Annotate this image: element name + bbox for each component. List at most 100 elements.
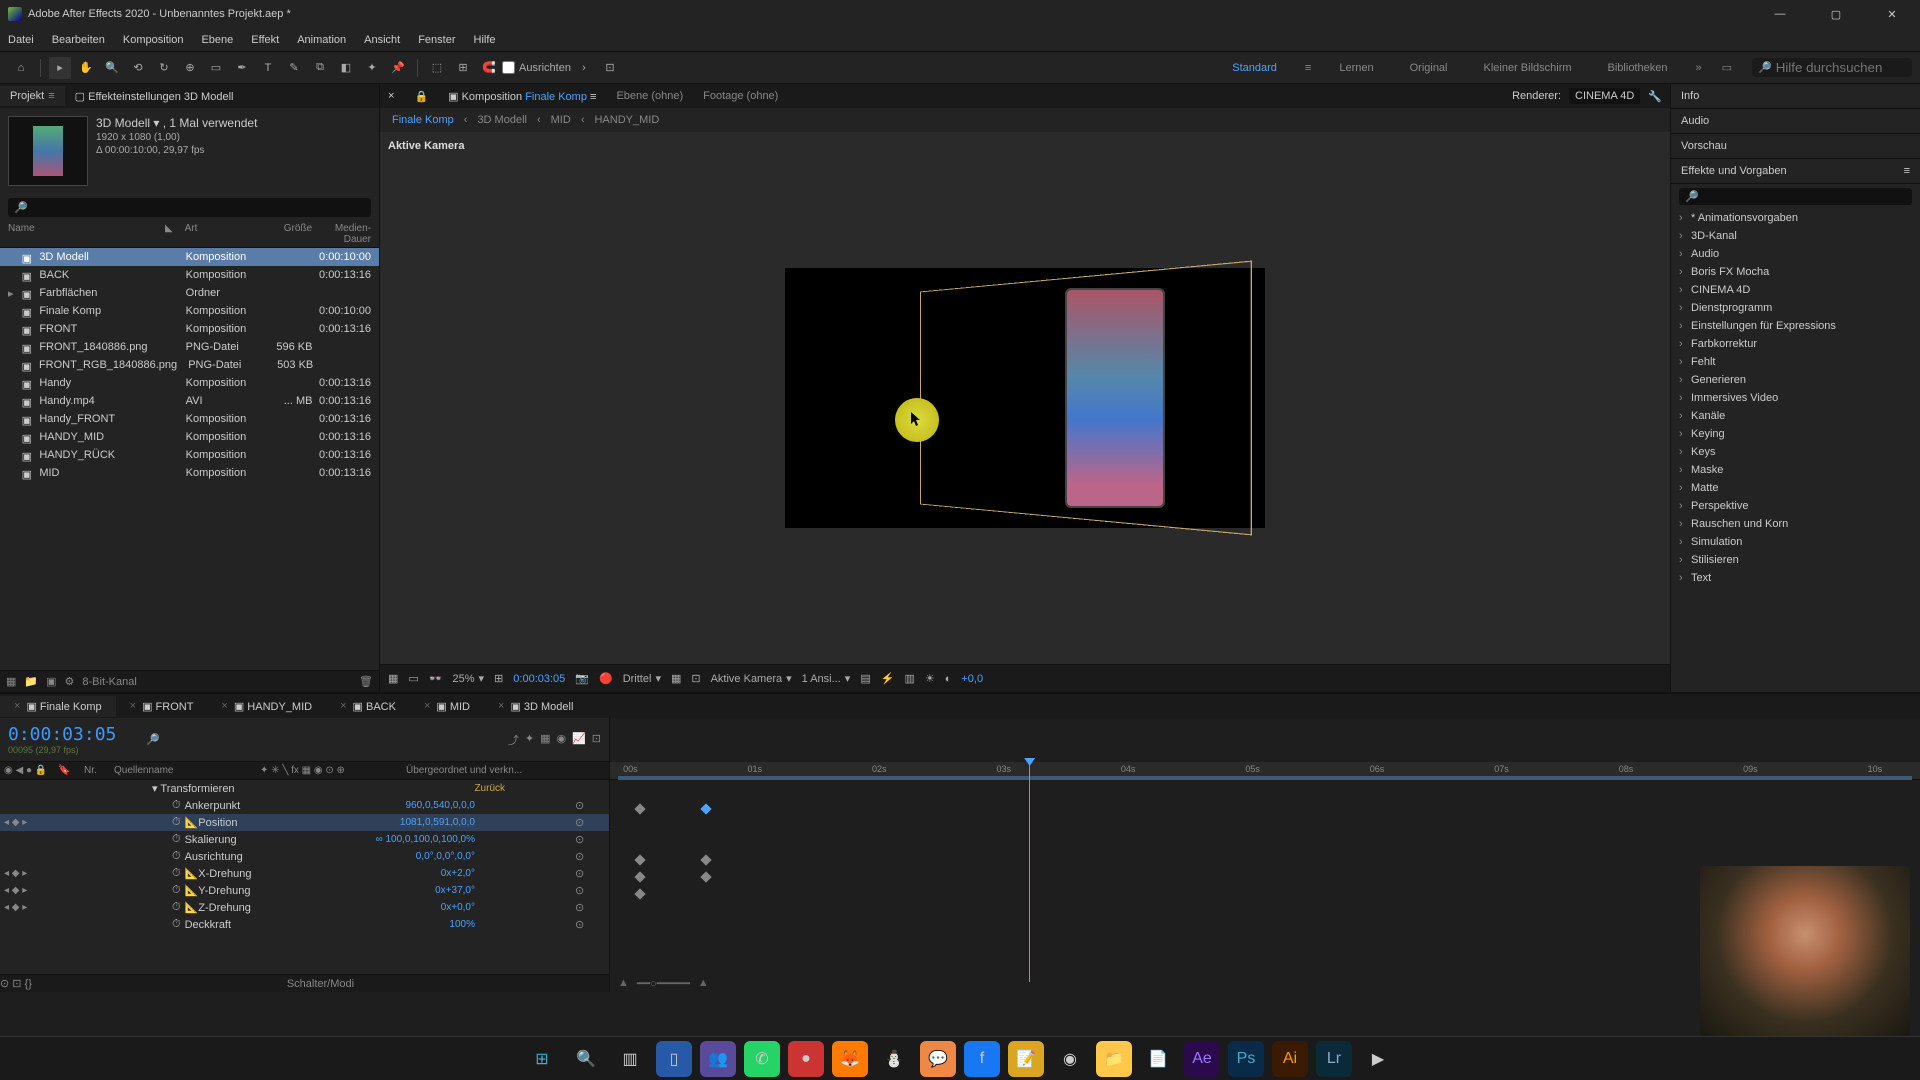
toggle-switches-icon[interactable]: ⊙ ⊡ {}: [0, 977, 32, 990]
timeline-property-row[interactable]: ◂ ◆ ▸⏱ 📐 X-Drehung0x+2,0°⊙: [0, 865, 609, 882]
snapshot-icon[interactable]: 📷: [575, 672, 589, 685]
effect-category[interactable]: Simulation: [1671, 533, 1920, 551]
panel-info[interactable]: Info: [1671, 84, 1920, 109]
effect-category[interactable]: Kanäle: [1671, 407, 1920, 425]
effect-category[interactable]: Generieren: [1671, 371, 1920, 389]
shape-tool-icon[interactable]: ▭: [205, 57, 227, 79]
timeline-property-row[interactable]: ◂ ◆ ▸⏱ 📐 Position1081,0,591,0,0,0⊙: [0, 814, 609, 831]
zoom-slider[interactable]: ━━○━━━━━: [637, 977, 690, 990]
firefox-icon[interactable]: 🦊: [832, 1041, 868, 1077]
project-item[interactable]: ▣HANDY_RÜCKKomposition0:00:13:16: [0, 446, 379, 464]
timeline-property-row[interactable]: ◂ ◆ ▸⏱ 📐 Y-Drehung0x+37,0°⊙: [0, 882, 609, 899]
tab-footage[interactable]: Footage (ohne): [703, 90, 778, 102]
workspace-menu-icon[interactable]: ≡: [1305, 62, 1311, 74]
timeline-tab[interactable]: × ▣ FRONT: [116, 696, 208, 717]
illustrator-icon[interactable]: Ai: [1272, 1041, 1308, 1077]
rotate-tool-icon[interactable]: ↻: [153, 57, 175, 79]
menu-composition[interactable]: Komposition: [123, 34, 184, 46]
viewer-back-icon[interactable]: ×: [388, 90, 394, 102]
app-icon[interactable]: ●: [788, 1041, 824, 1077]
selection-tool-icon[interactable]: ▸: [49, 57, 71, 79]
motion-blur-icon[interactable]: ◉: [556, 732, 566, 748]
workspace-learn[interactable]: Lernen: [1331, 58, 1381, 78]
effect-category[interactable]: Perspektive: [1671, 497, 1920, 515]
effect-category[interactable]: * Animationsvorgaben: [1671, 209, 1920, 227]
panel-preview[interactable]: Vorschau: [1671, 134, 1920, 159]
project-item[interactable]: ▣FRONT_1840886.pngPNG-Datei596 KB: [0, 338, 379, 356]
help-search[interactable]: 🔎: [1752, 58, 1912, 77]
start-icon[interactable]: ⊞: [524, 1041, 560, 1077]
eraser-tool-icon[interactable]: ◧: [335, 57, 357, 79]
transparency-icon[interactable]: ▦: [671, 672, 681, 685]
tab-project[interactable]: Projekt≡: [0, 86, 65, 106]
project-item[interactable]: ▣Handy.mp4AVI... MB0:00:13:16: [0, 392, 379, 410]
timeline-property-row[interactable]: ⏱ Ausrichtung0,0°,0,0°,0,0°⊙: [0, 848, 609, 865]
effect-category[interactable]: Dienstprogramm: [1671, 299, 1920, 317]
mask-icon[interactable]: ▭: [408, 672, 418, 685]
effect-category[interactable]: Boris FX Mocha: [1671, 263, 1920, 281]
lightroom-icon[interactable]: Lr: [1316, 1041, 1352, 1077]
effect-category[interactable]: 3D-Kanal: [1671, 227, 1920, 245]
brush-tool-icon[interactable]: ✎: [283, 57, 305, 79]
frame-blend-icon[interactable]: ▦: [540, 732, 550, 748]
roto-tool-icon[interactable]: ✦: [361, 57, 383, 79]
new-folder-icon[interactable]: 📁: [24, 675, 38, 688]
keyframe-icon[interactable]: [635, 888, 646, 899]
menu-file[interactable]: Datei: [8, 34, 34, 46]
orbit-tool-icon[interactable]: ⟲: [127, 57, 149, 79]
exposure-reset-icon[interactable]: ◐: [945, 673, 952, 685]
project-list[interactable]: ▣3D ModellKomposition0:00:10:00▣BACKKomp…: [0, 248, 379, 670]
project-item[interactable]: ▣HANDY_MIDKomposition0:00:13:16: [0, 428, 379, 446]
timeline-rows[interactable]: ▾ TransformierenZurück⏱ Ankerpunkt960,0,…: [0, 780, 609, 974]
interpret-icon[interactable]: ▦: [6, 675, 16, 688]
project-item[interactable]: ▣MIDKomposition0:00:13:16: [0, 464, 379, 482]
timeline-search-icon[interactable]: 🔎: [146, 733, 160, 746]
snap-icon[interactable]: 🧲: [478, 57, 500, 79]
breadcrumb-item[interactable]: HANDY_MID: [594, 114, 659, 126]
effect-category[interactable]: CINEMA 4D: [1671, 281, 1920, 299]
zoom-out-icon[interactable]: ▲: [618, 977, 629, 989]
timeline-icon[interactable]: ▥: [904, 672, 914, 685]
composition-canvas[interactable]: [785, 268, 1265, 528]
workspace-overflow-icon[interactable]: »: [1695, 62, 1701, 74]
workspace-small[interactable]: Kleiner Bildschirm: [1476, 58, 1580, 78]
project-item[interactable]: ▣FRONTKomposition0:00:13:16: [0, 320, 379, 338]
menu-view[interactable]: Ansicht: [364, 34, 400, 46]
timeline-property-row[interactable]: ◂ ◆ ▸⏱ 📐 Z-Drehung0x+0,0°⊙: [0, 899, 609, 916]
3d-icon[interactable]: 👓: [429, 672, 443, 685]
panel-effects-presets[interactable]: Effekte und Vorgaben≡: [1671, 159, 1920, 184]
settings-icon[interactable]: ⚙: [65, 675, 75, 688]
effect-category[interactable]: Rauschen und Korn: [1671, 515, 1920, 533]
hand-tool-icon[interactable]: ✋: [75, 57, 97, 79]
puppet-tool-icon[interactable]: 📌: [387, 57, 409, 79]
breadcrumb-item[interactable]: Finale Komp: [392, 114, 454, 126]
zoom-in-icon[interactable]: ▲: [698, 977, 709, 989]
clone-tool-icon[interactable]: ⧉: [309, 57, 331, 79]
messenger-icon[interactable]: 💬: [920, 1041, 956, 1077]
renderer-settings-icon[interactable]: 🔧: [1648, 90, 1662, 103]
timeline-tab[interactable]: × ▣ Finale Komp: [0, 696, 116, 717]
project-item[interactable]: ▣3D ModellKomposition0:00:10:00: [0, 248, 379, 266]
project-search[interactable]: 🔎: [8, 198, 371, 217]
app-icon[interactable]: ▶: [1360, 1041, 1396, 1077]
effect-category[interactable]: Keying: [1671, 425, 1920, 443]
effect-category[interactable]: Fehlt: [1671, 353, 1920, 371]
notepad-icon[interactable]: 📄: [1140, 1041, 1176, 1077]
tab-effect-controls[interactable]: ▢ Effekteinstellungen 3D Modell: [65, 86, 244, 107]
res-icon[interactable]: ⊞: [494, 672, 503, 685]
snap-checkbox[interactable]: Ausrichten: [502, 61, 571, 74]
project-item[interactable]: ▸▣FarbflächenOrdner: [0, 284, 379, 302]
effect-category[interactable]: Keys: [1671, 443, 1920, 461]
effects-list[interactable]: * Animationsvorgaben3D-KanalAudioBoris F…: [1671, 209, 1920, 692]
effect-category[interactable]: Text: [1671, 569, 1920, 587]
project-item[interactable]: ▣Handy_FRONTKomposition0:00:13:16: [0, 410, 379, 428]
teams-icon[interactable]: 👥: [700, 1041, 736, 1077]
anchor-tool-icon[interactable]: ⊕: [179, 57, 201, 79]
keyframe-icon[interactable]: [700, 871, 711, 882]
snap-grid-icon[interactable]: ⊡: [599, 57, 621, 79]
keyframe-icon[interactable]: [635, 871, 646, 882]
notes-icon[interactable]: 📝: [1008, 1041, 1044, 1077]
maximize-button[interactable]: ▢: [1816, 4, 1856, 24]
axis-mode-icon[interactable]: ⬚: [426, 57, 448, 79]
workspace-standard[interactable]: Standard: [1224, 58, 1285, 78]
